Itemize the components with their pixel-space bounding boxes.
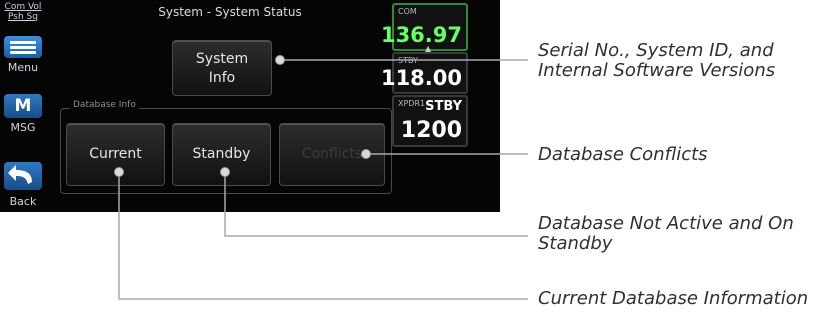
- current-callout-dot: [114, 167, 124, 177]
- system-info-callout-line1: Serial No., System ID, and: [538, 40, 774, 61]
- system-info-callout-dot: [275, 55, 285, 65]
- system-info-callout: Serial No., System ID, and Internal Soft…: [538, 41, 775, 81]
- conflicts-callout-dot: [361, 149, 371, 159]
- conflicts-callout: Database Conflicts: [538, 144, 708, 165]
- standby-callout: Database Not Active and On Standby: [538, 214, 794, 254]
- standby-callout-line1: Database Not Active and On: [538, 213, 794, 234]
- standby-callout-line2: Standby: [538, 233, 613, 254]
- standby-callout-line: [224, 172, 528, 237]
- standby-callout-dot: [220, 167, 230, 177]
- system-info-callout-line2: Internal Software Versions: [538, 60, 776, 81]
- current-callout: Current Database Information: [538, 288, 809, 309]
